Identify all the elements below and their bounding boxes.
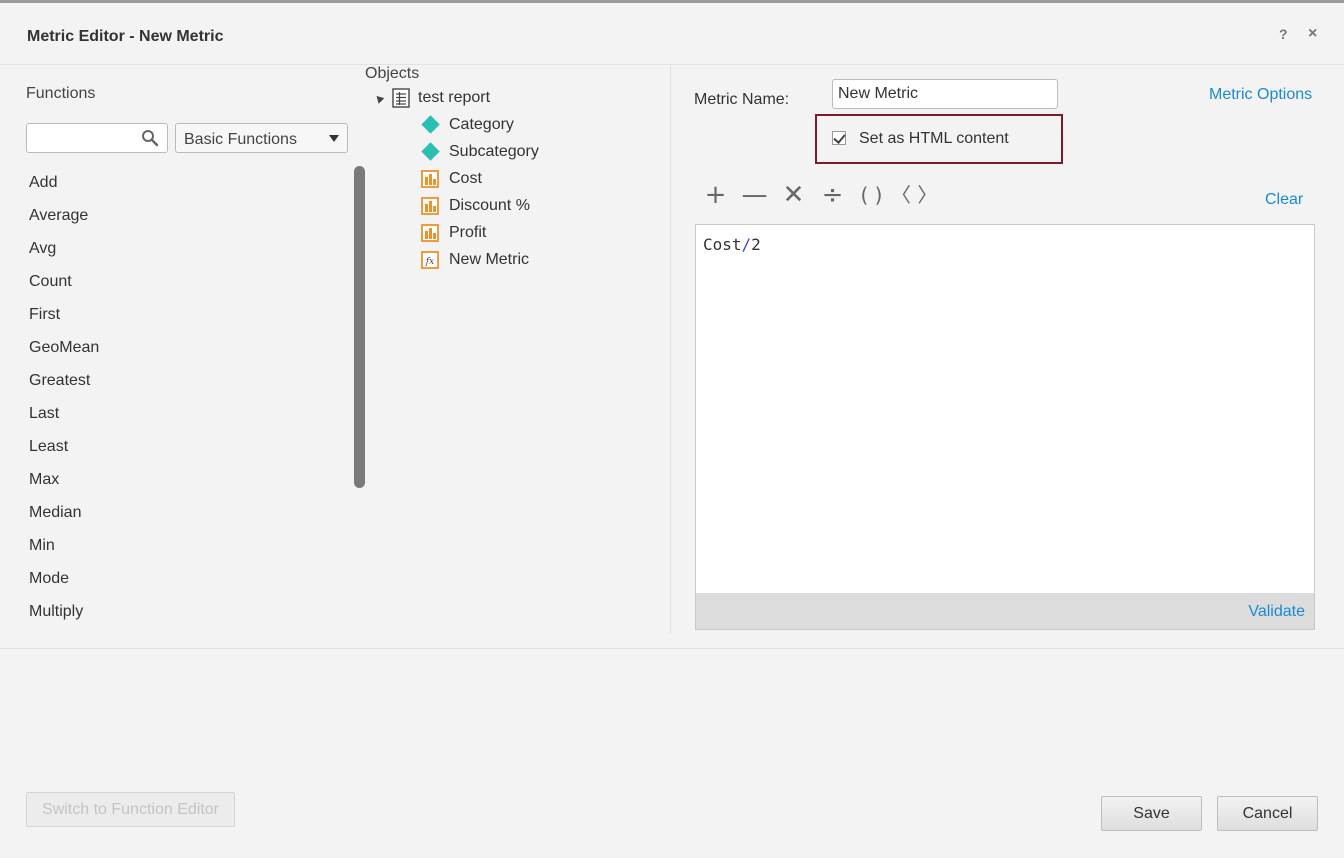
function-search-box[interactable] [26, 123, 168, 153]
parentheses-button[interactable]: ( ) [852, 181, 891, 209]
object-item-category[interactable]: Category [420, 111, 539, 138]
function-item[interactable]: Average [29, 199, 329, 232]
object-item-profit[interactable]: Profit [420, 219, 539, 246]
metric-options-link[interactable]: Metric Options [1209, 86, 1312, 104]
search-icon[interactable] [141, 129, 159, 147]
metric-icon [420, 196, 440, 216]
expand-arrow-icon[interactable] [373, 92, 385, 104]
function-item[interactable]: Greatest [29, 364, 329, 397]
objects-tree: Category Subcategory Cost Discount % Pro… [420, 111, 539, 273]
switch-to-function-editor-button[interactable]: Switch to Function Editor [26, 792, 235, 827]
function-search-input[interactable] [31, 124, 136, 150]
close-icon[interactable]: × [1308, 25, 1317, 43]
function-item[interactable]: First [29, 298, 329, 331]
metric-icon [420, 169, 440, 189]
derived-metric-icon: fx [420, 250, 440, 270]
angle-brackets-button[interactable]: 〈 〉 [891, 181, 937, 209]
report-icon [392, 88, 410, 108]
function-item[interactable]: Min [29, 529, 329, 562]
html-content-label[interactable]: Set as HTML content [859, 130, 1009, 148]
formula-operator: / [741, 235, 752, 254]
tree-root-test-report[interactable]: test report [373, 86, 490, 110]
objects-label: Objects [365, 65, 420, 82]
formula-operand: Cost [703, 235, 742, 254]
function-item[interactable]: Least [29, 430, 329, 463]
function-category-value: Basic Functions [184, 131, 297, 148]
function-item[interactable]: Add [29, 166, 329, 199]
save-button[interactable]: Save [1101, 796, 1202, 831]
object-label: Cost [449, 169, 482, 187]
metric-name-label: Metric Name: [694, 91, 790, 108]
help-icon[interactable]: ? [1279, 26, 1288, 42]
formula-editor[interactable]: Cost/2 Validate [695, 224, 1315, 630]
function-list-scrollbar[interactable] [354, 166, 365, 488]
function-item[interactable]: Max [29, 463, 329, 496]
function-item[interactable]: Last [29, 397, 329, 430]
metric-icon [420, 223, 440, 243]
object-item-cost[interactable]: Cost [420, 165, 539, 192]
tree-root-label: test report [418, 89, 491, 106]
function-item[interactable]: Avg [29, 232, 329, 265]
title-bar: Metric Editor - New Metric ? × [0, 3, 1344, 65]
function-category-select[interactable]: Basic Functions [175, 123, 348, 153]
object-label: Subcategory [449, 142, 539, 160]
function-item[interactable]: GeoMean [29, 331, 329, 364]
object-label: New Metric [449, 250, 530, 268]
function-item[interactable]: Count [29, 265, 329, 298]
divide-operator-button[interactable]: ÷ [813, 181, 852, 209]
multiply-operator-button[interactable]: ✕ [774, 181, 813, 209]
svg-text:fx: fx [425, 257, 434, 267]
html-content-checkbox[interactable] [832, 131, 846, 145]
clear-link[interactable]: Clear [1265, 191, 1303, 209]
metric-name-input[interactable] [832, 79, 1058, 109]
function-item[interactable]: Mode [29, 562, 329, 595]
formula-footer: Validate [696, 593, 1314, 629]
footer-divider [0, 648, 1344, 649]
attribute-icon [420, 115, 440, 135]
function-item[interactable]: Median [29, 496, 329, 529]
object-label: Discount % [449, 196, 530, 214]
formula-operand: 2 [751, 235, 761, 254]
formula-text[interactable]: Cost/2 [703, 235, 761, 254]
dialog-title: Metric Editor - New Metric [27, 28, 224, 45]
chevron-down-icon [329, 135, 339, 142]
object-item-new-metric[interactable]: fx New Metric [420, 246, 539, 273]
object-item-subcategory[interactable]: Subcategory [420, 138, 539, 165]
cancel-button[interactable]: Cancel [1217, 796, 1318, 831]
function-item[interactable]: Multiply [29, 595, 329, 628]
validate-link[interactable]: Validate [1248, 603, 1305, 621]
object-item-discount[interactable]: Discount % [420, 192, 539, 219]
functions-label: Functions [26, 85, 96, 102]
attribute-icon [420, 142, 440, 162]
object-label: Category [449, 115, 514, 133]
object-label: Profit [449, 223, 487, 241]
operator-toolbar: + — ✕ ÷ ( ) 〈 〉 [696, 181, 938, 209]
panel-divider [670, 66, 671, 634]
function-list: Add Average Avg Count First GeoMean Grea… [29, 166, 329, 628]
minus-operator-button[interactable]: — [735, 181, 774, 209]
plus-operator-button[interactable]: + [696, 181, 735, 209]
